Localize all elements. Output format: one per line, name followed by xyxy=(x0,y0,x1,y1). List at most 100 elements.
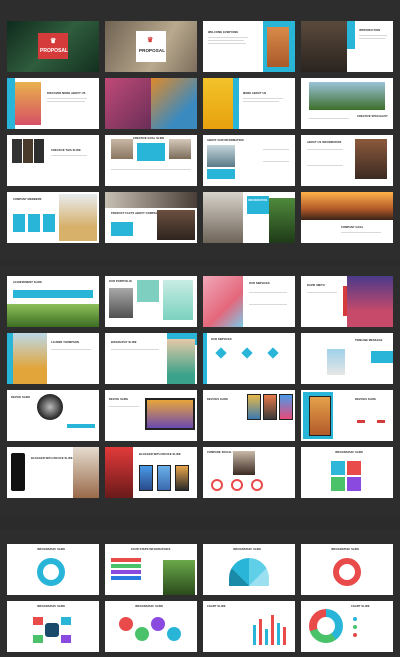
photo-woman xyxy=(13,333,47,384)
slide-device-2[interactable]: DEVICE SLIDE xyxy=(105,390,197,441)
slide-achievement[interactable]: ACHIEVEMENT SLIDE xyxy=(7,276,99,327)
slide-discover[interactable]: DISCOVER MORE ABOUT US xyxy=(7,78,99,129)
slide-title: OUR SERVICES xyxy=(211,338,232,341)
slide-creative-this[interactable]: CREATIVE THIS SLIDE xyxy=(7,135,99,186)
slide-services-2[interactable]: OUR SERVICES xyxy=(203,333,295,384)
phone-screen xyxy=(309,396,331,436)
slide-device-1[interactable]: DEVICE SLIDE xyxy=(7,390,99,441)
puzzle-piece xyxy=(331,477,345,491)
slide-product-facts[interactable]: PRODUCT FACTS ABOUT COMPANY xyxy=(105,192,197,243)
photo-pink-building xyxy=(203,276,243,327)
text-line xyxy=(263,161,289,162)
legend-dot xyxy=(353,625,357,629)
text-line xyxy=(111,349,159,350)
legend-dot xyxy=(353,617,357,621)
slide-title: CREATIVE GOAL SLIDE xyxy=(133,137,165,140)
slide-title: DEVICES SLIDE xyxy=(355,398,377,401)
slide-devices-2[interactable]: DEVICES SLIDE xyxy=(301,390,393,441)
slide-more-about[interactable]: MORE ABOUT US xyxy=(203,78,295,129)
slide-cover-1[interactable]: PROPOSAL ♛ xyxy=(7,21,99,72)
slide-chart-bars[interactable]: CHART SLIDE xyxy=(203,601,295,652)
slide-infographic-5[interactable]: INFOGRAPHIC SLIDE xyxy=(105,601,197,652)
slide-lauren[interactable]: LAUREN THOMPSON xyxy=(7,333,99,384)
photo-strip xyxy=(12,139,22,163)
slide-grid-2: ACHIEVEMENT SLIDE OUR PORTFOLIO OUR SERV… xyxy=(7,276,393,498)
accent-bar xyxy=(203,333,207,384)
photo-man xyxy=(347,276,393,327)
slide-title: ABOUT OUR INFORMATION xyxy=(207,139,244,142)
photo-woman xyxy=(73,447,99,498)
accent-bar xyxy=(67,424,95,428)
slide-compare-social[interactable]: COMPARE SOCIAL MEDIA xyxy=(203,447,295,498)
photo-windmill xyxy=(301,192,393,220)
slide-portfolio[interactable]: OUR PORTFOLIO xyxy=(105,276,197,327)
slide-company-goal[interactable]: COMPANY GOAL xyxy=(301,192,393,243)
slide-title: INFOGRAPHIC SLIDE xyxy=(135,605,164,608)
photo-cup xyxy=(137,280,159,302)
slide-about-info[interactable]: ABOUT OUR INFORMATION xyxy=(203,135,295,186)
slide-specialist[interactable]: CREATIVE SPECIALIST xyxy=(301,78,393,129)
text-line xyxy=(249,304,287,305)
slide-infographic-4[interactable]: INFOGRAPHIC SLIDE xyxy=(7,601,99,652)
slide-infographic-2[interactable]: INFOGRAPHIC SLIDE xyxy=(203,544,295,595)
crown-icon: ♛ xyxy=(50,38,57,45)
text-line xyxy=(208,40,244,41)
photo-couple xyxy=(59,194,97,241)
slide-chart-donut[interactable]: CHART SLIDE xyxy=(301,601,393,652)
slide-infographic-puzzle[interactable]: INFOGRAPHIC SLIDE xyxy=(301,447,393,498)
slide-title: INTRODUCTION xyxy=(359,29,381,32)
section-1-panel: PROPOSAL ♛ PROPOSAL ♛ WELCOME EVERYONE I… xyxy=(0,0,400,260)
slide-photo-collage[interactable] xyxy=(105,78,197,129)
slide-biography[interactable]: BIOGRAPHY SLIDE xyxy=(105,333,197,384)
donut-chart xyxy=(211,479,223,491)
bar xyxy=(283,627,286,645)
slide-four-steps[interactable]: FOUR STEPS INFOGRAPHICS xyxy=(105,544,197,595)
photo-woman xyxy=(267,27,289,67)
phone-screen xyxy=(263,394,277,420)
slide-infographic-3[interactable]: INFOGRAPHIC SLIDE xyxy=(301,544,393,595)
text-line xyxy=(359,35,387,36)
slide-blogger-1[interactable]: BLOGGER WITH DEVICE SLIDE xyxy=(7,447,99,498)
photo-woman xyxy=(105,447,133,498)
slide-timeline[interactable]: TIMELINE MESSAGE xyxy=(301,333,393,384)
slide-title: INFOGRAPHIC SLIDE xyxy=(331,548,360,551)
hub-petal xyxy=(33,635,43,643)
bar xyxy=(271,615,274,645)
text-line xyxy=(47,101,85,102)
text-line xyxy=(208,37,248,38)
donut-chart xyxy=(251,479,263,491)
phone-screen xyxy=(11,453,25,491)
slide-title: CREATIVE THIS SLIDE xyxy=(51,149,81,152)
phone-screen xyxy=(139,465,153,491)
text-line xyxy=(307,165,343,166)
donut-chart xyxy=(231,479,243,491)
slide-title: WELCOME EVERYONE xyxy=(208,31,239,34)
slide-devices-1[interactable]: DEVICES SLIDE xyxy=(203,390,295,441)
photo-orange xyxy=(151,78,197,129)
member-card xyxy=(28,214,40,232)
slide-introduction[interactable]: INTRODUCTION xyxy=(301,21,393,72)
member-card xyxy=(43,214,55,232)
slide-title: CREATIVE SPECIALIST xyxy=(357,115,388,118)
slide-blogger-2[interactable]: BLOGGER WITH DEVICE SLIDE xyxy=(105,447,197,498)
diamond-icon xyxy=(241,347,253,359)
slide-profile[interactable]: DAVID SMITH xyxy=(301,276,393,327)
photo-plant xyxy=(163,560,195,595)
text-line xyxy=(47,98,87,99)
gear-icon xyxy=(135,627,149,641)
text-line xyxy=(111,169,191,170)
phone-screen xyxy=(279,394,293,420)
slide-title: OUR SERVICES xyxy=(249,282,270,285)
slide-about-us-info[interactable]: ABOUT US INFORMATION xyxy=(301,135,393,186)
slide-infographic-1[interactable]: INFOGRAPHIC SLIDE xyxy=(7,544,99,595)
gear-icon xyxy=(151,617,165,631)
slide-members[interactable]: COMPANY MEMBERS xyxy=(7,192,99,243)
slide-welcome[interactable]: WELCOME EVERYONE xyxy=(203,21,295,72)
slide-title: DAVID SMITH xyxy=(307,284,325,287)
puzzle-piece xyxy=(347,461,361,475)
slide-creative-goal[interactable]: CREATIVE GOAL SLIDE xyxy=(105,135,197,186)
photo-plant xyxy=(269,198,295,243)
slide-services[interactable]: OUR SERVICES xyxy=(203,276,295,327)
slide-information[interactable]: INFORMATION xyxy=(203,192,295,243)
slide-cover-2[interactable]: PROPOSAL ♛ xyxy=(105,21,197,72)
